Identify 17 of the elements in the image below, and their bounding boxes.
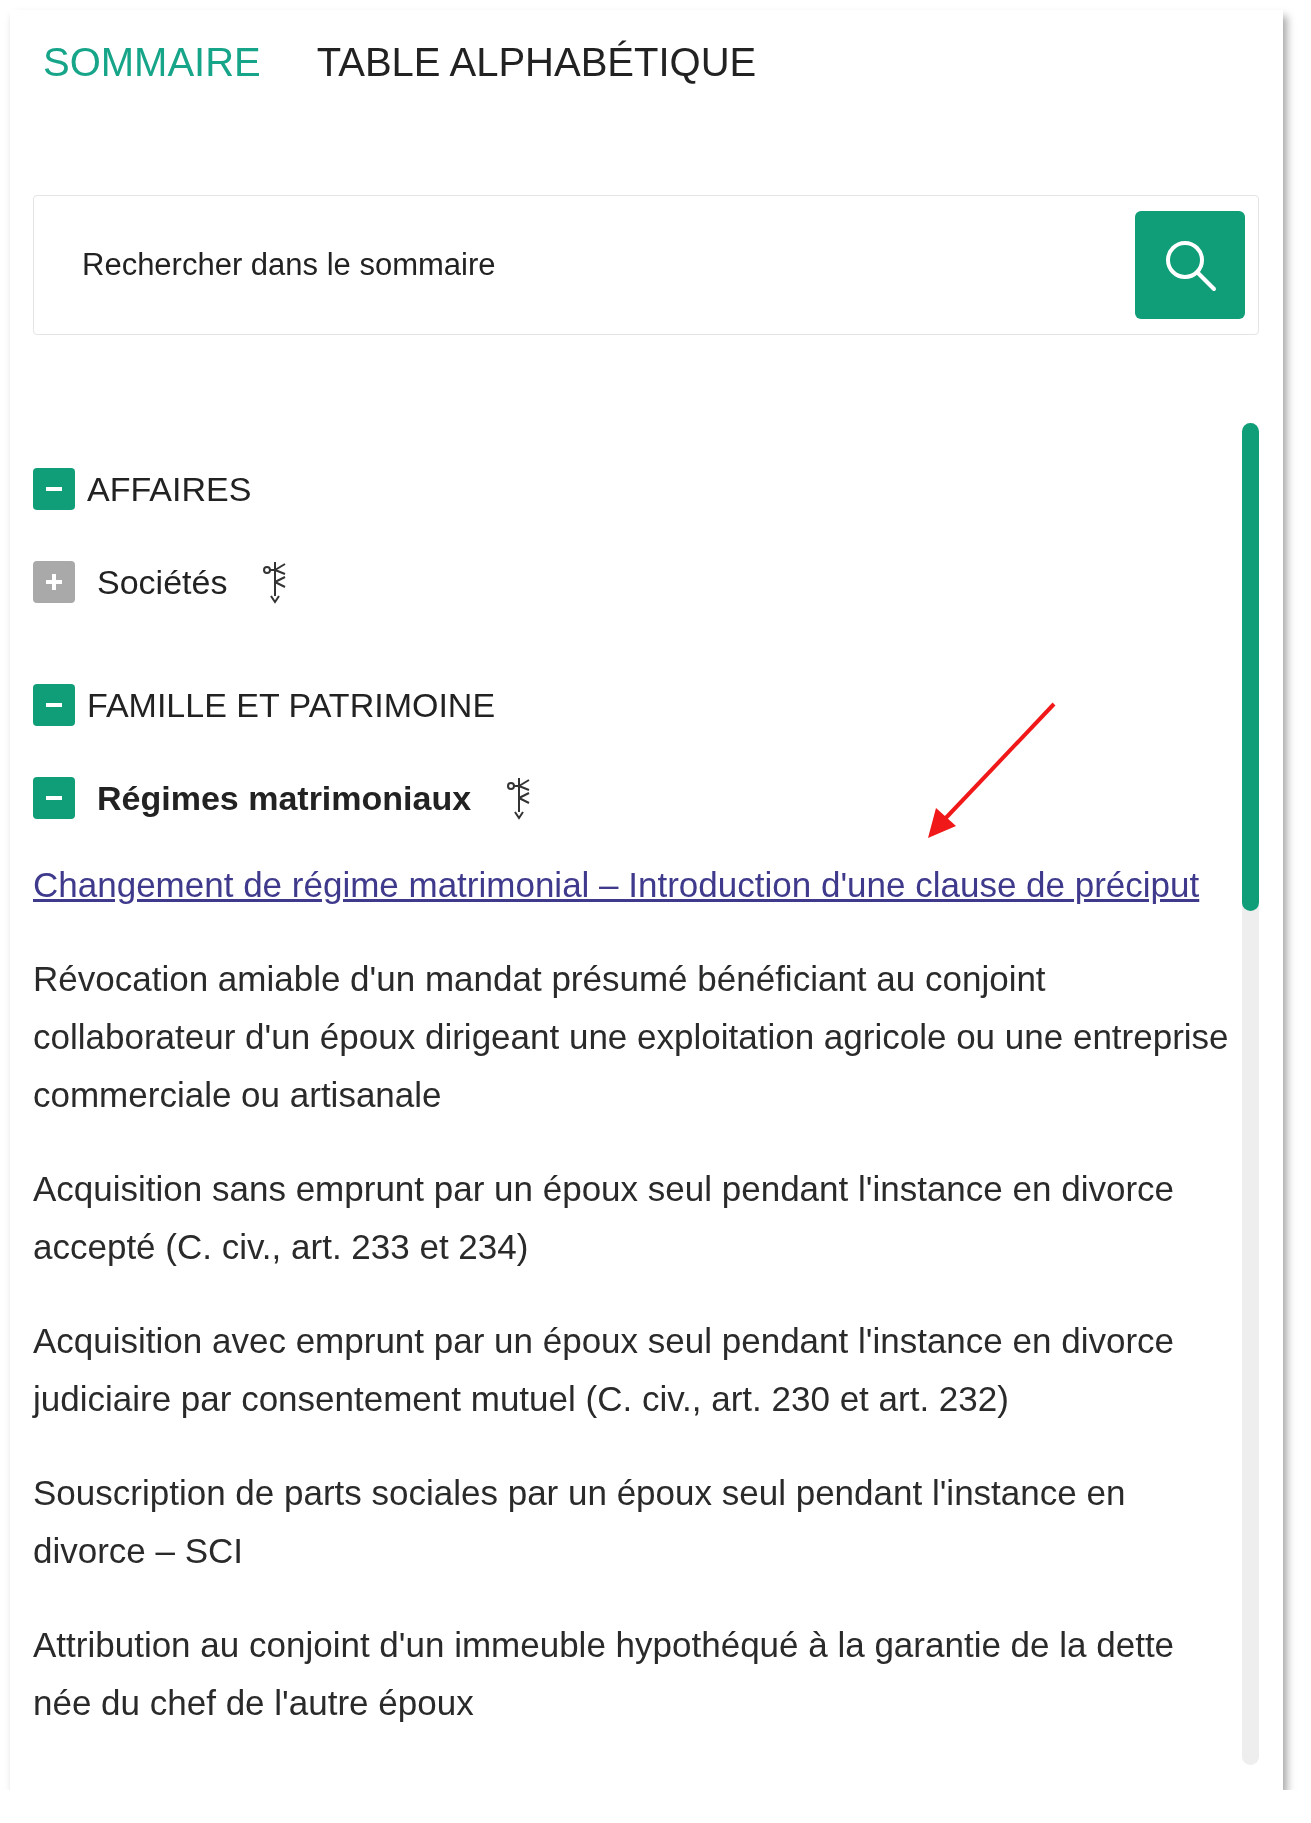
tab[interactable]: TABLE ALPHABÉTIQUE: [316, 40, 757, 85]
collapse-toggle[interactable]: [33, 777, 75, 819]
section-heading[interactable]: FAMILLE ET PATRIMOINE: [87, 685, 496, 725]
topic-label[interactable]: Sociétés: [97, 562, 228, 602]
scrollbar-thumb[interactable]: [1242, 423, 1259, 911]
expand-toggle[interactable]: [33, 561, 75, 603]
collapse-toggle[interactable]: [33, 684, 75, 726]
document-title[interactable]: Acquisition sans emprunt par un époux seul pendant l'instance en divorce accepté (C. civ., art. 233 et 234): [33, 1160, 1232, 1276]
topic-label[interactable]: Régimes matrimoniaux: [97, 778, 472, 818]
document-link[interactable]: Changement de régime matrimonial – Introduction d'une clause de préciput: [33, 856, 1232, 914]
search-button[interactable]: [1135, 211, 1245, 319]
section-heading[interactable]: AFFAIRES: [87, 469, 252, 509]
document-title[interactable]: Révocation amiable d'un mandat présumé bénéficiant au conjoint collaborateur d'un époux dirigeant une exploitation agricole ou une entreprise commerciale ou artisanale: [33, 950, 1232, 1124]
document-title[interactable]: Attribution au conjoint d'un immeuble hypothéqué à la garantie de la dette née du chef de l'autre époux: [33, 1616, 1232, 1732]
document-title[interactable]: Acquisition avec emprunt par un époux seul pendant l'instance en divorce judiciaire par consentement mutuel (C. civ., art. 230 et art. 232): [33, 1312, 1232, 1428]
collapse-toggle[interactable]: [33, 468, 75, 510]
document-title[interactable]: Souscription de parts sociales par un époux seul pendant l'instance en divorce – SCI: [33, 1464, 1232, 1580]
